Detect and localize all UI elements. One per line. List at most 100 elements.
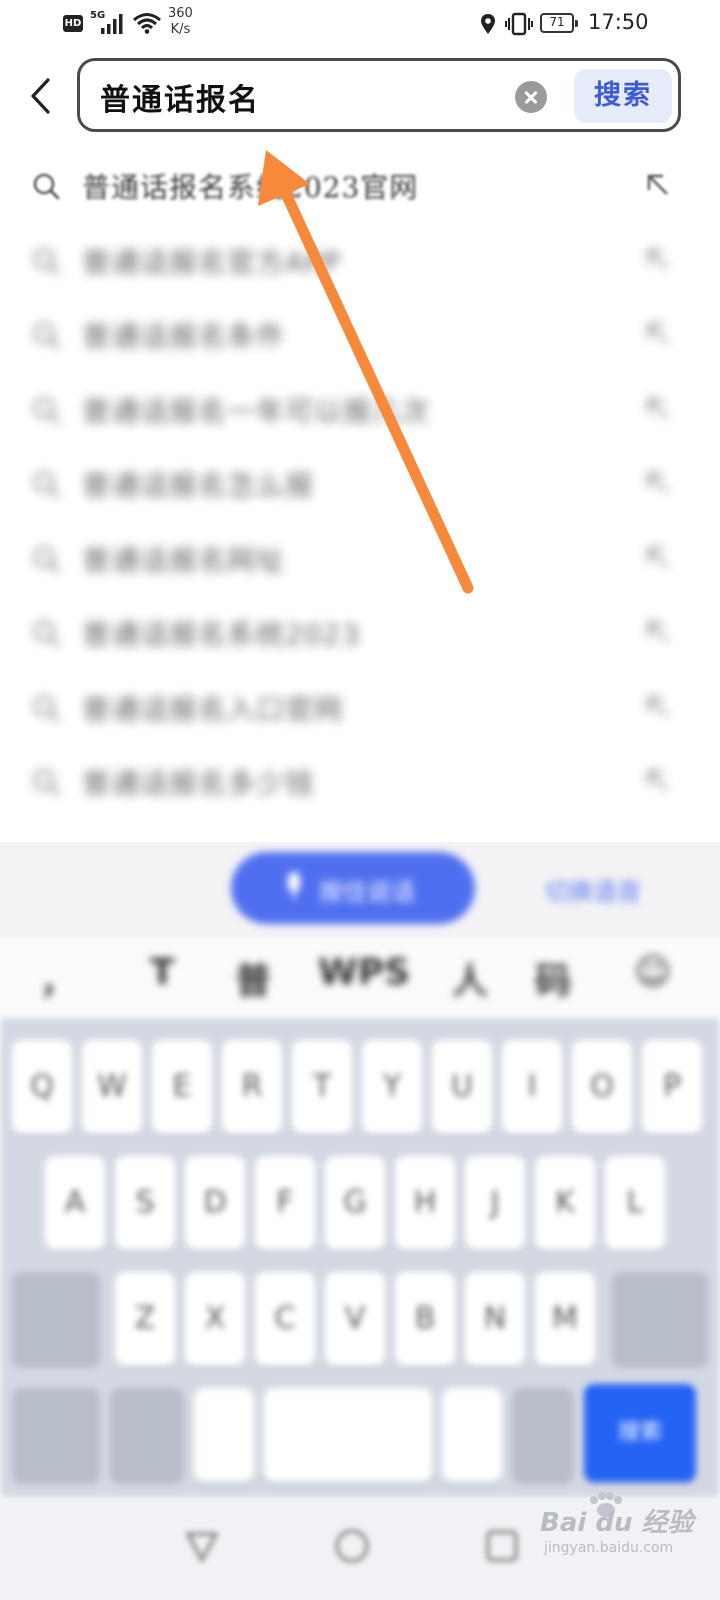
suggestion-text: 普通话报名怎么报 [82,469,315,502]
key[interactable]: M [535,1272,595,1366]
search-icon [33,769,60,796]
candidate-item[interactable]: ☺ [634,952,672,993]
key[interactable]: F [255,1156,315,1250]
fill-arrow-icon[interactable] [645,545,671,571]
suggestion-item[interactable]: 普通话报名多少钱 [0,744,720,819]
key[interactable]: E [152,1040,212,1134]
clock: 17:50 [588,10,649,34]
suggestion-text: 普通话报名条件 [82,320,286,353]
search-icon [33,173,60,200]
watermark-url: jingyan.baidu.com [544,1540,674,1556]
key[interactable]: R [222,1040,282,1134]
watermark: Bai du 经验 jingyan.baidu.com [540,1492,710,1574]
fill-arrow-icon[interactable] [645,768,671,794]
suggestion-item[interactable]: 普通话报名官方APP [0,223,720,298]
voice-input-button[interactable]: 按住说话 [231,852,475,924]
enter-key[interactable]: 搜索 [584,1384,696,1482]
delete-key[interactable] [612,1272,708,1366]
network-speed: 360 K/s [168,6,193,38]
fill-arrow-icon[interactable] [645,321,671,347]
fill-arrow-icon[interactable] [645,470,671,496]
candidate-item[interactable]: WPS [318,952,410,993]
fill-arrow-icon[interactable] [645,619,671,645]
search-icon [33,471,60,498]
wifi-icon [133,13,161,34]
symbols-key[interactable] [12,1388,100,1482]
key[interactable]: V [325,1272,385,1366]
back-arrow-icon[interactable] [22,74,58,118]
status-bar: HD 5G 360 K/s 71 17:50 [0,0,720,50]
candidate-item[interactable]: T [150,952,175,993]
key[interactable]: W [82,1040,142,1134]
key[interactable]: G [325,1156,385,1250]
comma-key[interactable] [194,1388,254,1482]
home-nav-icon[interactable] [332,1526,372,1566]
speed-value: 360 [168,6,193,21]
suggestion-text: 普通话报名一年可以报几次 [82,394,431,428]
key[interactable]: C [255,1272,315,1366]
key[interactable]: U [432,1040,492,1134]
key[interactable]: X [185,1272,245,1366]
suggestion-text: 普通话报名多少钱 [82,767,315,800]
key[interactable]: Z [115,1272,175,1366]
microphone-icon [288,872,300,900]
back-nav-icon[interactable] [182,1526,222,1566]
recents-nav-icon[interactable] [482,1526,522,1566]
key[interactable]: T [292,1040,352,1134]
period-key[interactable] [442,1388,502,1482]
shift-key[interactable] [12,1272,100,1366]
suggestion-text: 普通话报名网址 [82,543,286,577]
suggestion-text: 普通话报名入口官网 [82,692,344,726]
key[interactable]: J [465,1156,525,1250]
suggestion-text: 普通话报名官方APP [82,245,341,279]
key[interactable]: S [115,1156,175,1250]
key[interactable]: N [465,1272,525,1366]
fill-arrow-icon[interactable] [645,172,671,198]
suggestion-item[interactable]: 普通话报名入口官网 [0,670,720,745]
suggestion-item[interactable]: 普通话报名网址 [0,521,720,596]
key[interactable]: H [395,1156,455,1250]
key[interactable]: K [535,1156,595,1250]
key[interactable]: A [45,1156,105,1250]
fill-arrow-icon[interactable] [645,694,671,720]
language-key[interactable] [110,1388,184,1482]
space-key[interactable] [264,1388,432,1482]
signal-icon [101,14,123,34]
search-icon [33,620,60,647]
suggestion-item[interactable]: 普通话报名怎么报 [0,446,720,521]
clear-icon[interactable] [515,81,547,113]
key[interactable]: Y [362,1040,422,1134]
search-icon [33,322,60,349]
hd-badge: HD [63,15,83,32]
speed-unit: K/s [170,22,191,37]
search-input[interactable]: 普通话报名 [100,75,260,119]
candidate-item[interactable]: 人 [452,952,488,1004]
fill-arrow-icon[interactable] [645,247,671,273]
suggestion-list: 普通话报名系统2023官网普通话报名官方APP 普通话报名条件普通话报名一年可以报… [0,148,720,819]
candidate-item[interactable]: 普 [235,952,271,1004]
suggestion-item[interactable]: 普通话报名系统2023 [0,595,720,670]
candidate-bar: ， T 普 WPS 人码 ☺ [0,938,720,1018]
search-icon [33,248,60,274]
key[interactable]: Q [12,1040,72,1134]
fill-arrow-icon[interactable] [645,396,671,422]
keyboard[interactable]: Q W E R T Y U I O P A S D F G H J K L Z X C V B N M 搜索 [0,1018,720,1498]
key[interactable]: P [642,1040,702,1134]
emoji-key[interactable] [512,1388,574,1482]
candidate-item[interactable]: ， [40,952,76,1004]
voice-input-bar: 按住说话 切换语音 [0,842,720,938]
search-button[interactable]: 搜索 [574,69,672,123]
suggestion-item[interactable]: 普通话报名条件 [0,297,720,372]
key[interactable]: D [185,1156,245,1250]
search-icon [33,397,60,423]
watermark-brand: Bai du 经验 [540,1508,694,1538]
key[interactable]: O [572,1040,632,1134]
suggestion-item[interactable]: 普通话报名一年可以报几次 [0,372,720,447]
key[interactable]: L [605,1156,665,1250]
search-box[interactable]: 普通话报名 搜索 [77,58,681,132]
key[interactable]: B [395,1272,455,1366]
suggestion-item[interactable]: 普通话报名系统2023官网 [0,148,720,223]
voice-switch-link[interactable]: 切换语音 [545,872,641,907]
candidate-item[interactable]: 码 [535,952,571,1004]
key[interactable]: I [502,1040,562,1134]
